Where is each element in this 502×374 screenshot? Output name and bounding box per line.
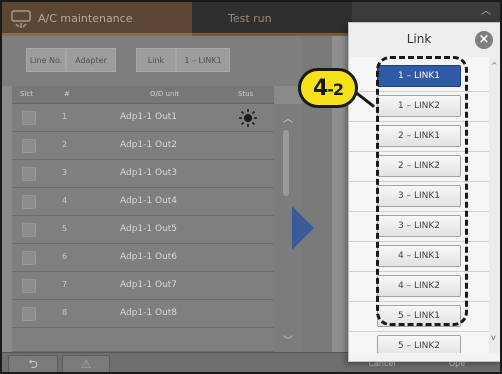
table-row-partial xyxy=(12,328,274,352)
table-row[interactable]: 2 Adp1-1 Out2 xyxy=(12,132,274,160)
row-number: 4 xyxy=(62,196,68,205)
link-option[interactable]: 5 – LINK2 xyxy=(377,335,461,353)
step-substep: -2 xyxy=(327,79,344,99)
col-status: Stus xyxy=(238,90,254,98)
sun-icon xyxy=(239,109,257,127)
row-number: 2 xyxy=(62,140,68,149)
tab-ac-maintenance-label: A/C maintenance xyxy=(38,12,133,25)
popup-scrollbar[interactable]: ^ v xyxy=(489,57,500,353)
table-row[interactable]: 8 Adp1-1 Out8 xyxy=(12,300,274,328)
table-row[interactable]: 1 Adp1-1 Out1 xyxy=(12,104,274,132)
col-number: # xyxy=(64,90,70,98)
row-checkbox[interactable] xyxy=(22,223,36,237)
line-no-filter-button[interactable]: Line No. xyxy=(26,48,66,72)
chevron-down-icon[interactable]: v xyxy=(491,333,496,342)
tab-test-run-label: Test run xyxy=(228,12,272,25)
chevron-up-icon[interactable]: ︿ xyxy=(470,2,500,18)
row-number: 1 xyxy=(62,112,68,121)
link-filter-value[interactable]: 1 – LINK1 xyxy=(176,48,230,72)
callout-bubble: 4-2 xyxy=(298,68,358,108)
row-unit-name: Adp1-1 Out7 xyxy=(120,280,178,290)
row-checkbox[interactable] xyxy=(22,167,36,181)
col-od-unit: O/D unit xyxy=(150,90,180,98)
close-icon[interactable]: × xyxy=(475,31,493,49)
chevron-down-icon[interactable]: ﹀ xyxy=(283,332,293,347)
link-filter-button[interactable]: Link xyxy=(136,48,176,72)
row-number: 7 xyxy=(62,280,68,289)
chevron-up-icon[interactable]: ︿ xyxy=(283,110,293,125)
table-row[interactable]: 4 Adp1-1 Out4 xyxy=(12,188,274,216)
col-slct: Slct xyxy=(20,90,33,98)
filter-row: Line No. Adapter Link 1 – LINK1 xyxy=(2,36,302,86)
table-row[interactable]: 6 Adp1-1 Out6 xyxy=(12,244,274,272)
row-checkbox[interactable] xyxy=(22,139,36,153)
row-number: 5 xyxy=(62,224,68,233)
row-checkbox[interactable] xyxy=(22,307,36,321)
ac-unit-icon xyxy=(11,10,31,28)
table-header: Slct # O/D unit Stus xyxy=(12,86,274,104)
adapter-filter-button[interactable]: Adapter xyxy=(66,48,116,72)
table-row[interactable]: 7 Adp1-1 Out7 xyxy=(12,272,274,300)
row-unit-name: Adp1-1 Out4 xyxy=(120,196,178,206)
row-unit-name: Adp1-1 Out2 xyxy=(120,140,178,150)
row-unit-name: Adp1-1 Out5 xyxy=(120,224,178,234)
row-unit-name: Adp1-1 Out8 xyxy=(120,308,178,318)
row-checkbox[interactable] xyxy=(22,111,36,125)
scroll-thumb[interactable] xyxy=(283,130,289,196)
row-unit-name: Adp1-1 Out6 xyxy=(120,252,178,262)
table-row[interactable]: 5 Adp1-1 Out5 xyxy=(12,216,274,244)
arrow-right-icon[interactable] xyxy=(292,206,314,250)
table-row[interactable]: 3 Adp1-1 Out3 xyxy=(12,160,274,188)
step-label: 4-2 xyxy=(312,75,344,101)
popup-title: Link xyxy=(406,32,432,46)
highlight-dashed-box xyxy=(376,56,468,326)
popup-header: Link × xyxy=(349,23,500,57)
tab-ac-maintenance[interactable]: A/C maintenance xyxy=(2,2,192,36)
step-callout: 4-2 xyxy=(298,68,375,112)
chevron-up-icon[interactable]: ^ xyxy=(491,61,498,70)
row-checkbox[interactable] xyxy=(22,195,36,209)
row-number: 8 xyxy=(62,308,68,317)
row-number: 6 xyxy=(62,252,68,261)
divider xyxy=(349,331,489,332)
tab-test-run[interactable]: Test run xyxy=(192,2,352,36)
row-unit-name: Adp1-1 Out3 xyxy=(120,168,178,178)
row-unit-name: Adp1-1 Out1 xyxy=(120,112,178,122)
step-number: 4 xyxy=(312,75,328,101)
ac-controller-screen: A/C maintenance Test run ︿ Line No. Adap… xyxy=(0,0,502,374)
row-checkbox[interactable] xyxy=(22,251,36,265)
back-button[interactable]: ⮌ xyxy=(8,355,58,372)
row-number: 3 xyxy=(62,168,68,177)
warning-button[interactable]: ⚠ xyxy=(62,355,110,372)
row-checkbox[interactable] xyxy=(22,279,36,293)
